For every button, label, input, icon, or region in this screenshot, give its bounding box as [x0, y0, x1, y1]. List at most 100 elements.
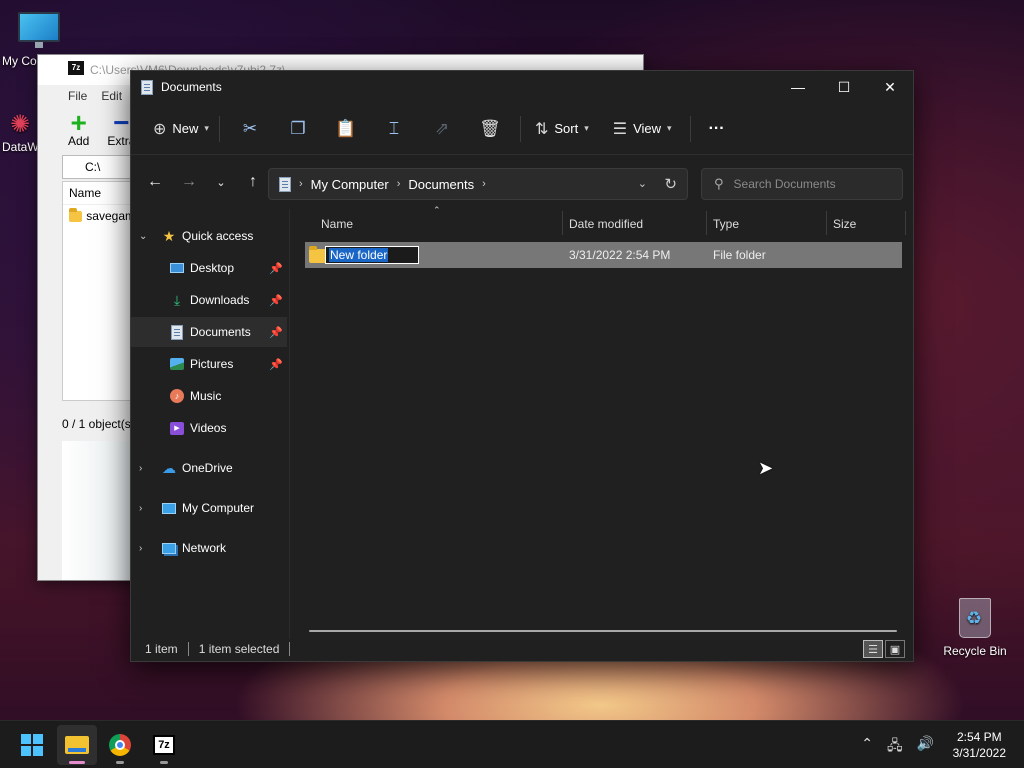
close-button[interactable]: ✕ — [867, 71, 913, 103]
search-box[interactable]: ⚲ Search Documents — [701, 168, 903, 200]
refresh-icon[interactable]: ↻ — [664, 175, 677, 193]
chevron-up-icon[interactable]: ⌃ — [861, 735, 873, 759]
nav-item-desktop[interactable]: Desktop 📌 — [131, 253, 287, 283]
search-icon: ⚲ — [714, 176, 724, 191]
nav-label: Quick access — [182, 229, 254, 243]
nav-item-downloads[interactable]: ⤓ Downloads 📌 — [131, 285, 287, 315]
delete-button[interactable]: 🗑 — [466, 113, 514, 145]
column-divider[interactable] — [905, 211, 906, 235]
paste-button[interactable]: 📋 — [322, 113, 370, 145]
cut-button[interactable]: ✂ — [226, 113, 274, 145]
view-list-icon: ☰ — [612, 120, 628, 138]
back-button[interactable]: ← — [139, 166, 171, 198]
item-count: 1 item — [145, 642, 178, 656]
column-header-type[interactable]: Type — [713, 209, 739, 239]
chevron-down-icon: ▾ — [204, 123, 209, 133]
column-divider[interactable] — [706, 211, 707, 235]
breadcrumb-my-computer[interactable]: My Computer — [311, 177, 389, 192]
nav-item-music[interactable]: ♪ Music — [131, 381, 287, 411]
nav-item-videos[interactable]: ▶ Videos — [131, 413, 287, 443]
taskbar-file-explorer[interactable] — [57, 725, 97, 765]
sort-button[interactable]: ⇅ Sort ▾ — [531, 113, 593, 145]
desktop-icon-datawarrior[interactable]: ✺ DataW — [0, 110, 40, 154]
pin-icon[interactable]: 📌 — [269, 294, 283, 307]
column-header-size[interactable]: Size — [833, 209, 856, 239]
copy-icon: ❐ — [290, 118, 306, 138]
copy-button[interactable]: ❐ — [274, 113, 322, 145]
breadcrumb-chevron-icon: › — [299, 178, 303, 190]
rename-input[interactable]: New folder — [325, 246, 419, 264]
chrome-icon — [109, 734, 131, 756]
column-header-date-modified[interactable]: Date modified — [569, 209, 643, 239]
share-button[interactable]: ⇗ — [418, 113, 466, 145]
address-dropdown-icon[interactable]: ⌄ — [638, 177, 647, 190]
pane-splitter[interactable] — [289, 209, 290, 639]
ellipsis-icon: ··· — [708, 119, 725, 137]
view-button[interactable]: ☰ View ▾ — [609, 113, 676, 145]
explorer-titlebar[interactable]: Documents — ☐ ✕ — [131, 71, 913, 103]
desktop-icon-recycle-bin[interactable]: Recycle Bin — [940, 598, 1010, 658]
more-options-button[interactable]: ··· — [705, 113, 729, 145]
chevron-right-icon[interactable]: › — [139, 503, 142, 514]
nav-network[interactable]: › Network — [131, 533, 287, 563]
horizontal-scrollbar[interactable] — [309, 630, 897, 632]
taskbar-7zip[interactable]: 7z — [144, 725, 184, 765]
large-icons-view-button[interactable]: ▣ — [885, 640, 905, 658]
explorer-window[interactable]: Documents — ☐ ✕ ⊕ New ▾ ✂ ❐ 📋 ⌶ ⇗ 🗑 ⇅ So… — [130, 70, 914, 662]
menu-file[interactable]: File — [68, 89, 87, 103]
running-indicator — [160, 761, 168, 764]
nav-item-pictures[interactable]: Pictures 📌 — [131, 349, 287, 379]
monitor-icon — [161, 500, 177, 516]
chevron-down-icon: ▾ — [667, 123, 672, 133]
chevron-right-icon[interactable]: › — [139, 463, 142, 474]
toolbar-divider — [519, 115, 521, 142]
new-button[interactable]: ⊕ New ▾ — [149, 113, 213, 145]
maximize-button[interactable]: ☐ — [821, 71, 867, 103]
address-bar[interactable]: › My Computer › Documents › ⌄ ↻ — [268, 168, 688, 200]
file-list[interactable]: ⌃ Name Date modified Type Size New folde… — [291, 205, 913, 629]
nav-item-documents[interactable]: Documents 📌 — [131, 317, 287, 347]
nav-onedrive[interactable]: › ☁ OneDrive — [131, 453, 287, 483]
navigation-bar: ← → ⌄ ↑ › My Computer › Documents › ⌄ ↻ … — [131, 155, 913, 209]
up-button[interactable]: ↑ — [237, 166, 269, 198]
details-view-button[interactable]: ☰ — [863, 640, 883, 658]
pin-icon[interactable]: 📌 — [269, 326, 283, 339]
table-row[interactable]: New folder 3/31/2022 2:54 PM File folder — [305, 242, 902, 268]
command-bar: ⊕ New ▾ ✂ ❐ 📋 ⌶ ⇗ 🗑 ⇅ Sort ▾ ☰ View ▾ ··… — [131, 103, 913, 155]
breadcrumb-documents[interactable]: Documents — [408, 177, 474, 192]
recycle-bin-icon — [959, 598, 991, 638]
minimize-button[interactable]: — — [775, 71, 821, 103]
documents-icon — [141, 79, 153, 95]
add-button[interactable]: + Add — [68, 109, 89, 149]
view-toggle: ☰ ▣ — [863, 640, 905, 658]
arrow-left-icon: ← — [147, 173, 163, 190]
chevron-down-icon[interactable]: ⌄ — [139, 231, 147, 242]
rename-button[interactable]: ⌶ — [370, 113, 418, 145]
nav-my-computer[interactable]: › My Computer — [131, 493, 287, 523]
status-divider — [187, 642, 189, 656]
menu-edit[interactable]: Edit — [101, 89, 122, 103]
chevron-down-icon: ▾ — [584, 123, 589, 133]
forward-button[interactable]: → — [173, 166, 205, 198]
sevenzip-lower-panel — [62, 441, 132, 580]
pin-icon[interactable]: 📌 — [269, 358, 283, 371]
volume-icon[interactable]: 🔊 — [917, 735, 934, 759]
clock-date: 3/31/2022 — [952, 746, 1006, 760]
column-divider[interactable] — [562, 211, 563, 235]
nav-quick-access[interactable]: ⌄ ★ Quick access — [131, 221, 287, 251]
sort-icon: ⇅ — [534, 120, 549, 138]
nav-label: Downloads — [190, 293, 250, 307]
cloud-icon: ☁ — [162, 459, 176, 476]
network-icon[interactable]: 🖧 — [887, 735, 903, 759]
pin-icon[interactable]: 📌 — [269, 262, 283, 275]
documents-icon — [169, 324, 185, 340]
running-indicator — [116, 761, 124, 764]
column-header-name[interactable]: Name — [321, 209, 353, 239]
clock[interactable]: 2:54 PM 3/31/2022 — [953, 729, 1006, 761]
breadcrumb-chevron-icon[interactable]: › — [482, 178, 486, 190]
start-button[interactable] — [12, 725, 52, 765]
column-divider[interactable] — [826, 211, 827, 235]
recent-locations-button[interactable]: ⌄ — [205, 166, 237, 198]
taskbar-chrome[interactable] — [100, 725, 140, 765]
chevron-right-icon[interactable]: › — [139, 543, 142, 554]
